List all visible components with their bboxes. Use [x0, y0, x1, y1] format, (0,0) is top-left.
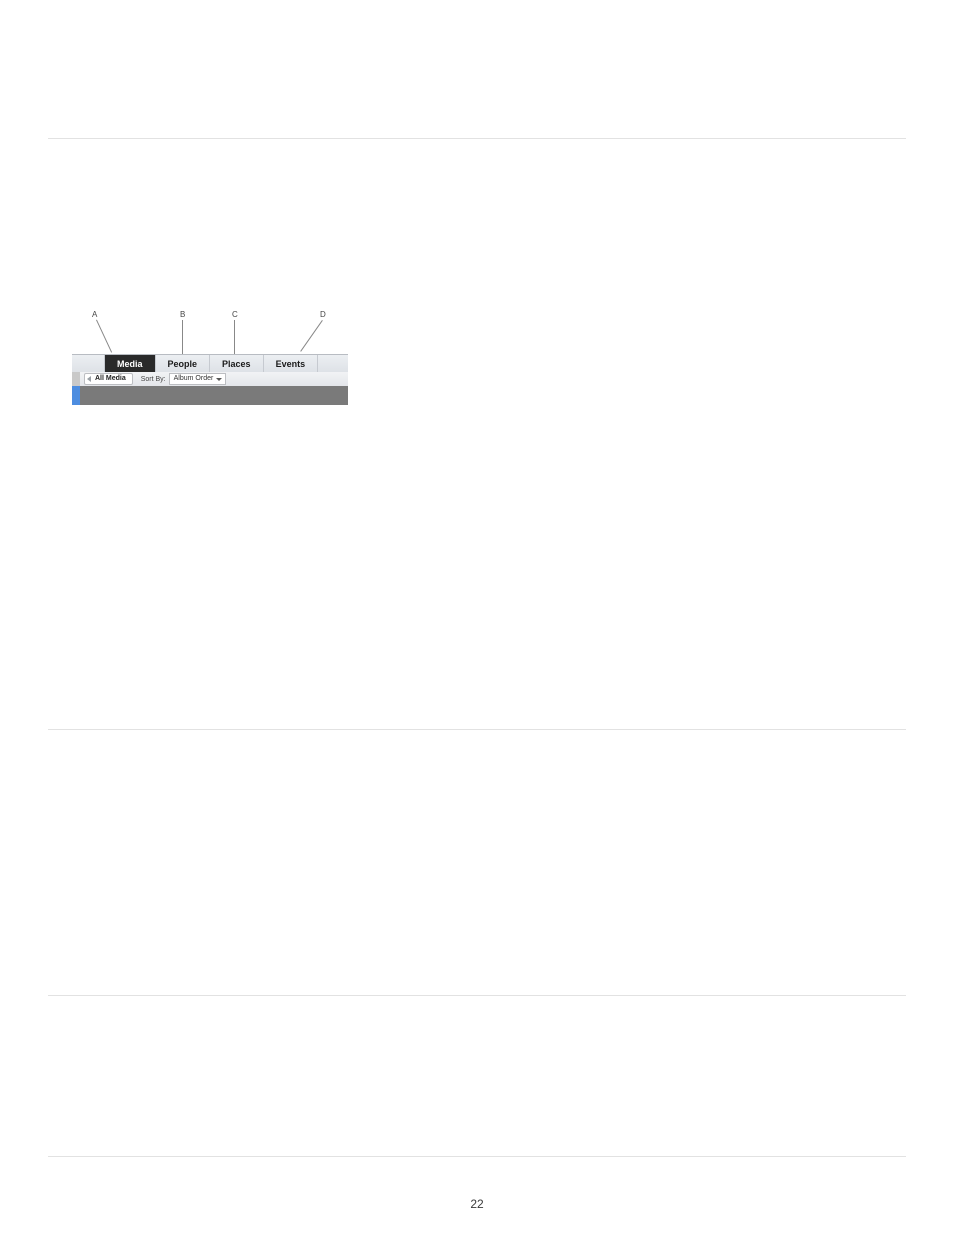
tab-spacer: [72, 355, 105, 373]
document-page: A B C D Media People Places Events All M…: [0, 0, 954, 1235]
callout-line-d: [300, 320, 323, 352]
ui-screenshot-figure: A B C D Media People Places Events All M…: [72, 310, 348, 405]
callout-label-d: D: [320, 310, 326, 319]
section-divider: [48, 729, 906, 730]
left-selection-strip: [72, 386, 80, 405]
tab-places[interactable]: Places: [210, 355, 264, 373]
tab-events[interactable]: Events: [264, 355, 319, 373]
callout-line-a: [96, 320, 112, 353]
filter-toolbar: All Media Sort By: Album Order: [72, 372, 348, 387]
page-number: 22: [0, 1197, 954, 1211]
callout-label-a: A: [92, 310, 97, 319]
callout-line-b: [182, 320, 183, 354]
section-divider: [48, 995, 906, 996]
callout-label-c: C: [232, 310, 238, 319]
callout-line-c: [234, 320, 235, 354]
sort-by-label: Sort By:: [141, 376, 166, 383]
section-divider: [48, 138, 906, 139]
tab-media[interactable]: Media: [105, 355, 156, 373]
section-divider: [48, 1156, 906, 1157]
tab-people[interactable]: People: [156, 355, 211, 373]
breadcrumb-all-media[interactable]: All Media: [84, 373, 133, 385]
view-tabbar: Media People Places Events: [72, 354, 348, 374]
callout-area: A B C D: [72, 310, 348, 354]
content-canvas: [80, 386, 348, 405]
sort-by-dropdown[interactable]: Album Order: [169, 373, 227, 385]
left-toolbar-edge: [72, 372, 80, 386]
callout-label-b: B: [180, 310, 185, 319]
